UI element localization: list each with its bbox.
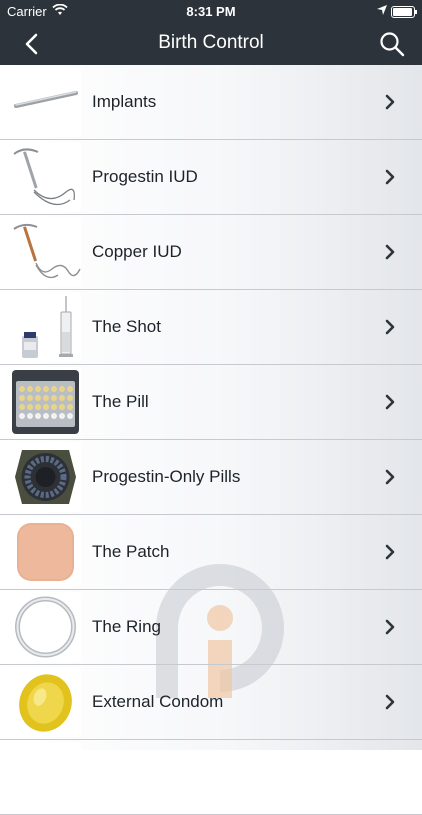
list-item-label: External Condom [92,692,224,711]
chevron-right-icon [385,544,395,560]
list-item-the-shot[interactable]: The Shot [0,290,422,365]
chevron-right-icon [385,244,395,260]
list-item-label: The Patch [92,542,170,561]
battery-icon [391,6,417,18]
list-item-label: Progestin-Only Pills [92,467,241,486]
page-title: Birth Control [158,32,264,53]
list-item-label: Implants [92,92,157,111]
list-item-label: The Shot [92,317,161,336]
location-arrow-icon [377,5,387,15]
list-item-label: Progestin IUD [92,167,198,186]
list-item-copper-iud[interactable]: Copper IUD [0,215,422,290]
ring-thumbnail [10,592,81,662]
chevron-right-icon [385,694,395,710]
chevron-right-icon [385,469,395,485]
chevron-right-icon [385,169,395,185]
progestin-iud-thumbnail [10,142,81,212]
chevron-right-icon [385,94,395,110]
condom-thumbnail [10,667,81,737]
syringe-thumbnail [10,292,81,362]
list-item-label: The Ring [92,617,161,636]
birth-control-list: Implants Progestin IUD Copper IUD The Sh… [0,65,422,815]
copper-iud-thumbnail [10,217,81,287]
list-item-implants[interactable]: Implants [0,65,422,140]
list-item-progestin-only-pills[interactable]: Progestin-Only Pills [0,440,422,515]
chevron-right-icon [385,394,395,410]
list-item-the-patch[interactable]: The Patch [0,515,422,590]
navigation-bar: Birth Control [0,22,422,65]
clock: 8:31 PM [186,4,236,19]
chevron-right-icon [385,619,395,635]
search-icon[interactable] [378,30,406,58]
list-item-label: The Pill [92,392,149,411]
status-bar: Carrier 8:31 PM [0,0,422,22]
list-item-the-pill[interactable]: The Pill [0,365,422,440]
list-item-external-condom[interactable]: External Condom [0,665,422,740]
pill-dial-thumbnail [10,442,81,512]
list-item-label: Copper IUD [92,242,182,261]
list-item-the-ring[interactable]: The Ring [0,590,422,665]
partial-thumbnail [10,742,81,812]
list-item-progestin-iud[interactable]: Progestin IUD [0,140,422,215]
chevron-right-icon [385,319,395,335]
pill-pack-thumbnail [10,367,81,437]
implant-thumbnail [10,67,81,137]
list-item-partial[interactable] [0,740,422,815]
patch-thumbnail [10,517,81,587]
